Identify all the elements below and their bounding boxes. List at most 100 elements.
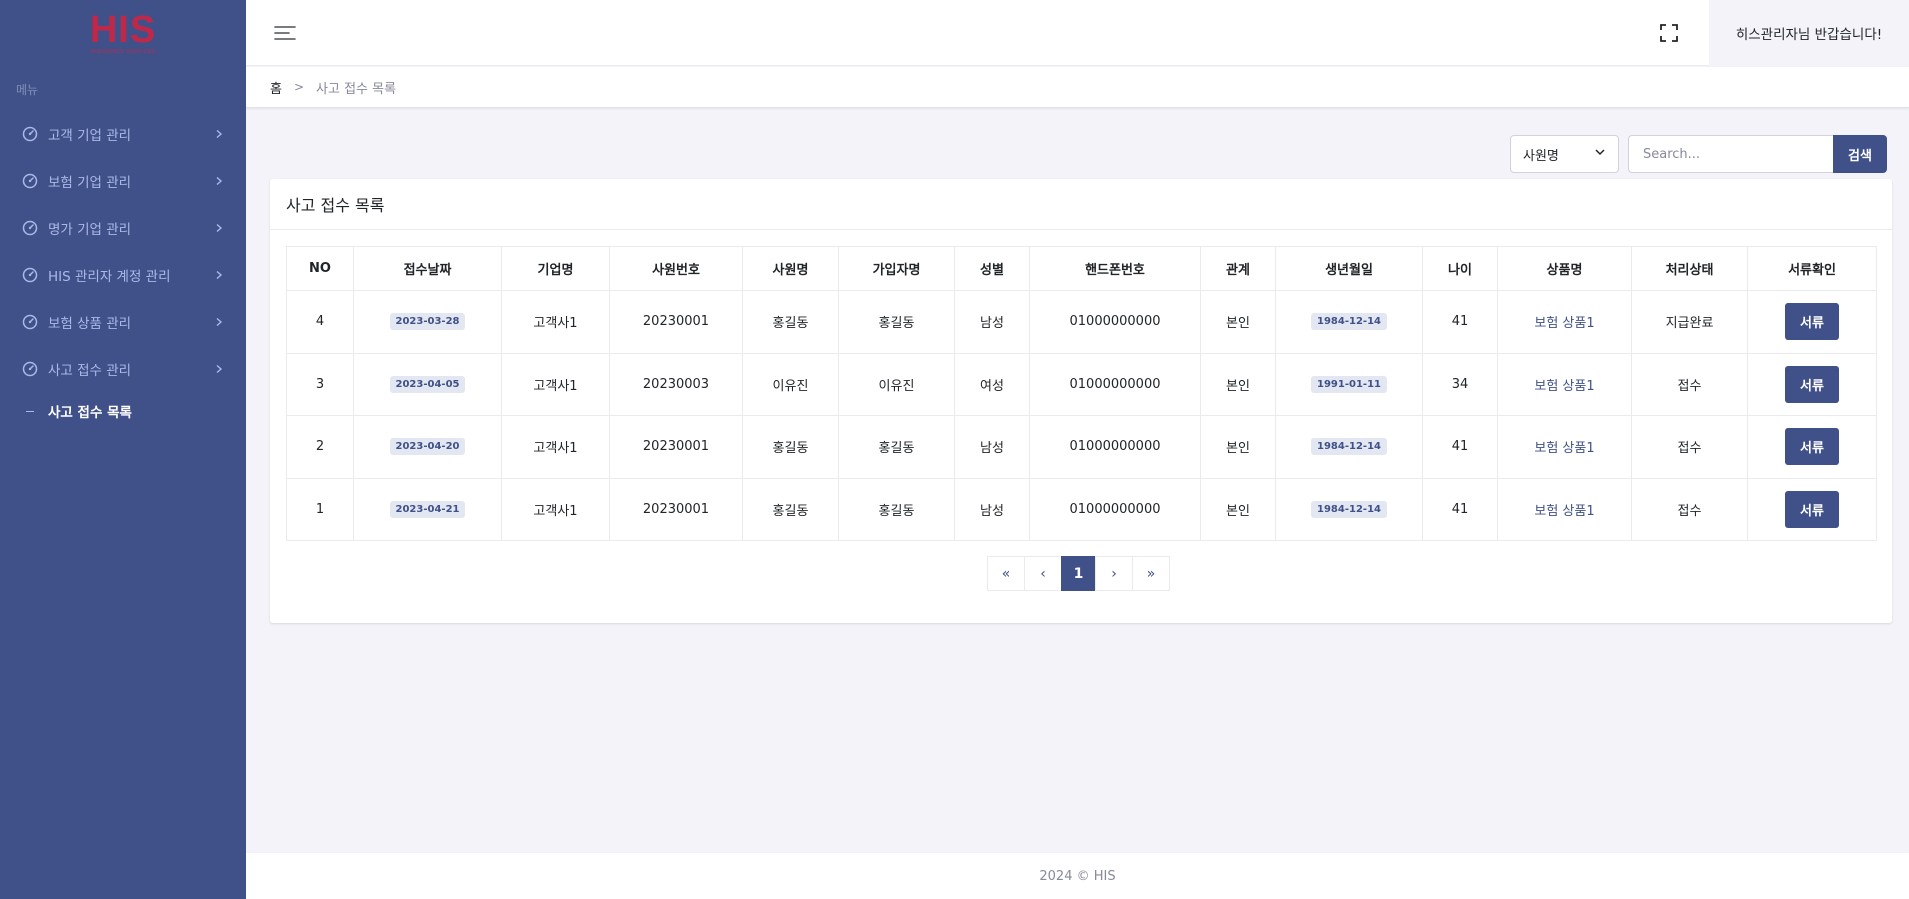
- cell-doc: 서류: [1747, 290, 1877, 354]
- product-link[interactable]: 보험 상품1: [1534, 316, 1594, 331]
- cell-emp-no: 20230001: [609, 290, 743, 354]
- fullscreen-icon[interactable]: [1649, 13, 1689, 53]
- card-title: 사고 접수 목록: [270, 179, 1892, 230]
- cell-no: 3: [286, 352, 354, 416]
- chevron-right-icon: [214, 223, 224, 233]
- cell-company: 고객사1: [501, 290, 610, 354]
- document-button[interactable]: 서류: [1785, 303, 1839, 341]
- cell-emp-no: 20230001: [609, 477, 743, 541]
- cell-birth: 1984-12-14: [1275, 477, 1423, 541]
- table-header-row: NO 접수날짜 기업명 사원번호 사원명 가입자명 성별 핸드폰번호 관계 생년…: [286, 246, 1877, 291]
- cell-subscriber: 홍길동: [838, 477, 955, 541]
- search-bar: 사원명 검색: [1510, 135, 1887, 173]
- sidebar-subitem-accident-list[interactable]: 사고 접수 목록: [0, 392, 246, 430]
- chevron-right-icon: [214, 176, 224, 186]
- cell-relation: 본인: [1200, 415, 1276, 479]
- sidebar-item-insurance-company[interactable]: 보험 기업 관리: [0, 157, 246, 204]
- sidebar-item-label: 명가 기업 관리: [48, 221, 132, 238]
- gauge-icon: [22, 126, 38, 142]
- sidebar-item-customer-company[interactable]: 고객 기업 관리: [0, 110, 246, 157]
- menu-title: 메뉴: [16, 83, 39, 97]
- column-header: 핸드폰번호: [1029, 246, 1201, 291]
- cell-emp-no: 20230003: [609, 352, 743, 416]
- gauge-icon: [22, 361, 38, 377]
- column-header: 성별: [954, 246, 1030, 291]
- cell-product: 보험 상품1: [1497, 352, 1632, 416]
- breadcrumb-home[interactable]: 홈: [270, 78, 282, 97]
- column-header: 생년월일: [1275, 246, 1423, 291]
- sidebar-item-accident-claim[interactable]: 사고 접수 관리: [0, 345, 246, 392]
- column-header: 기업명: [501, 246, 610, 291]
- cell-product: 보험 상품1: [1497, 415, 1632, 479]
- sidebar-item-admin-account[interactable]: HIS 관리자 계정 관리: [0, 251, 246, 298]
- table-row: 4 2023-03-28 고객사1 20230001 홍길동 홍길동 남성 01…: [286, 290, 1877, 354]
- user-greeting[interactable]: 히스관리자님 반갑습니다!: [1709, 0, 1909, 66]
- column-header: 사원명: [742, 246, 839, 291]
- product-link[interactable]: 보험 상품1: [1534, 379, 1594, 394]
- birth-badge: 1991-01-11: [1311, 375, 1387, 393]
- column-header: 상품명: [1497, 246, 1632, 291]
- page-number-button[interactable]: 1: [1061, 556, 1096, 591]
- cell-company: 고객사1: [501, 477, 610, 541]
- hamburger-menu-icon[interactable]: [274, 24, 296, 42]
- accident-table: NO 접수날짜 기업명 사원번호 사원명 가입자명 성별 핸드폰번호 관계 생년…: [286, 246, 1877, 541]
- chevron-down-icon: [1594, 146, 1606, 162]
- birth-badge: 1984-12-14: [1311, 500, 1387, 518]
- pagination: « ‹ 1 › »: [987, 556, 1170, 591]
- birth-badge: 1984-12-14: [1311, 438, 1387, 456]
- column-header: 서류확인: [1747, 246, 1877, 291]
- gauge-icon: [22, 314, 38, 330]
- cell-status: 접수: [1631, 352, 1748, 416]
- cell-company: 고객사1: [501, 415, 610, 479]
- search-button[interactable]: 검색: [1833, 135, 1887, 173]
- page-last-button[interactable]: »: [1132, 556, 1170, 591]
- page-prev-button[interactable]: ‹: [1024, 556, 1062, 591]
- page-first-button[interactable]: «: [987, 556, 1025, 591]
- column-header: 나이: [1422, 246, 1498, 291]
- table-row: 2 2023-04-20 고객사1 20230001 홍길동 홍길동 남성 01…: [286, 415, 1877, 479]
- page-next-button[interactable]: ›: [1095, 556, 1133, 591]
- document-button[interactable]: 서류: [1785, 428, 1839, 466]
- cell-phone: 01000000000: [1029, 352, 1201, 416]
- table-container: NO 접수날짜 기업명 사원번호 사원명 가입자명 성별 핸드폰번호 관계 생년…: [286, 246, 1877, 541]
- product-link[interactable]: 보험 상품1: [1534, 441, 1594, 456]
- cell-age: 41: [1422, 477, 1498, 541]
- cell-no: 1: [286, 477, 354, 541]
- cell-date: 2023-04-05: [353, 352, 502, 416]
- cell-birth: 1984-12-14: [1275, 415, 1423, 479]
- sidebar-item-insurance-product[interactable]: 보험 상품 관리: [0, 298, 246, 345]
- select-value: 사원명: [1523, 148, 1559, 164]
- cell-phone: 01000000000: [1029, 477, 1201, 541]
- column-header: 사원번호: [609, 246, 743, 291]
- cell-relation: 본인: [1200, 352, 1276, 416]
- cell-emp-name: 이유진: [742, 352, 839, 416]
- breadcrumb: 홈 > 사고 접수 목록: [246, 67, 1909, 108]
- cell-emp-name: 홍길동: [742, 477, 839, 541]
- cell-product: 보험 상품1: [1497, 290, 1632, 354]
- chevron-right-icon: [214, 364, 224, 374]
- sidebar-subitem-label: 사고 접수 목록: [48, 405, 132, 421]
- search-input[interactable]: [1628, 135, 1833, 173]
- document-button[interactable]: 서류: [1785, 490, 1839, 528]
- cell-no: 4: [286, 290, 354, 354]
- cell-subscriber: 홍길동: [838, 290, 955, 354]
- cell-phone: 01000000000: [1029, 415, 1201, 479]
- cell-gender: 남성: [954, 290, 1030, 354]
- document-button[interactable]: 서류: [1785, 365, 1839, 403]
- search-field-select[interactable]: 사원명: [1510, 135, 1619, 173]
- user-greeting-text: 히스관리자님 반갑습니다!: [1735, 26, 1883, 43]
- logo[interactable]: HIS INSURANCE SERVICES: [0, 0, 246, 65]
- dash-icon: [26, 410, 34, 412]
- cell-subscriber: 홍길동: [838, 415, 955, 479]
- table-row: 1 2023-04-21 고객사1 20230001 홍길동 홍길동 남성 01…: [286, 477, 1877, 541]
- sidebar-item-appraisal-company[interactable]: 명가 기업 관리: [0, 204, 246, 251]
- cell-age: 34: [1422, 352, 1498, 416]
- cell-product: 보험 상품1: [1497, 477, 1632, 541]
- product-link[interactable]: 보험 상품1: [1534, 504, 1594, 519]
- footer: 2024 © HIS: [246, 853, 1909, 899]
- cell-status: 지급완료: [1631, 290, 1748, 354]
- cell-emp-name: 홍길동: [742, 415, 839, 479]
- date-badge: 2023-04-21: [389, 500, 466, 518]
- column-header: 가입자명: [838, 246, 955, 291]
- logo-mark: HIS INSURANCE SERVICES: [90, 11, 156, 55]
